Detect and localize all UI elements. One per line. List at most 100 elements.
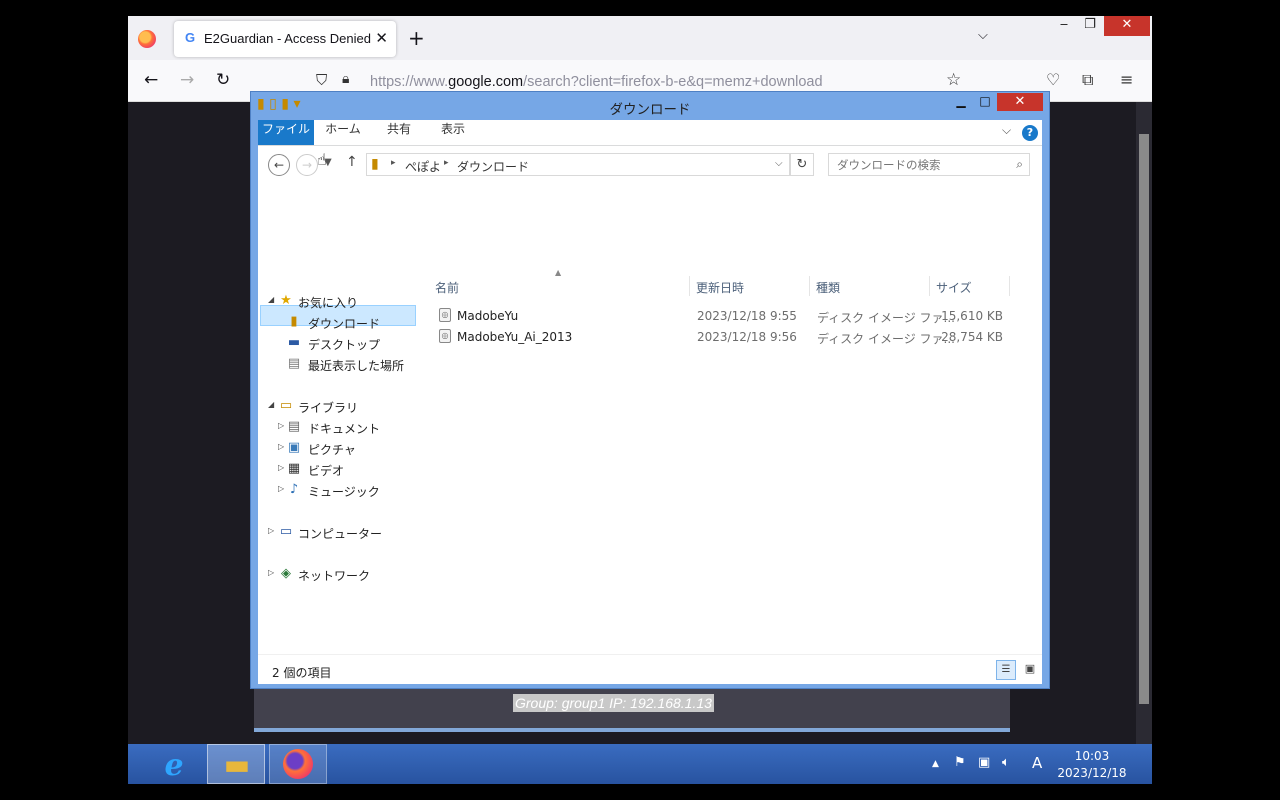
hamburger-menu-icon[interactable]: ≡ bbox=[1120, 70, 1133, 89]
up-arrow-icon[interactable]: ↑ bbox=[346, 154, 358, 170]
column-divider[interactable] bbox=[929, 276, 930, 296]
tab-home[interactable]: ホーム bbox=[318, 120, 368, 145]
tracking-shield-icon[interactable]: ⛉ bbox=[316, 71, 327, 89]
breadcrumb-separator-icon[interactable]: ▸ bbox=[444, 158, 449, 168]
explorer-close-button[interactable]: ✕ bbox=[997, 93, 1043, 111]
search-box[interactable]: ⌕ bbox=[828, 153, 1030, 176]
address-dropdown-icon[interactable]: ⌵ bbox=[775, 158, 783, 169]
extensions-icon[interactable]: ⧉ bbox=[1082, 70, 1093, 90]
breadcrumb-user[interactable]: ぺぽよ bbox=[405, 158, 441, 175]
taskbar-file-explorer[interactable]: ▬ bbox=[207, 744, 265, 784]
tab-share[interactable]: 共有 bbox=[374, 120, 424, 145]
music-icon: ♪ bbox=[289, 482, 299, 497]
show-hidden-icons-icon[interactable]: ▲ bbox=[932, 759, 939, 769]
refresh-icon[interactable]: ↻ bbox=[790, 153, 814, 176]
details-view-icon[interactable]: ☰ bbox=[996, 660, 1016, 680]
back-button[interactable]: ← bbox=[268, 154, 290, 176]
taskbar-firefox[interactable] bbox=[269, 744, 327, 784]
item-count: 2 個の項目 bbox=[272, 666, 332, 680]
breadcrumb-separator-icon[interactable]: ▸ bbox=[391, 158, 396, 168]
column-header-date[interactable]: 更新日時 bbox=[696, 279, 744, 296]
column-divider[interactable] bbox=[809, 276, 810, 296]
explorer-minimize-button[interactable]: ▁ bbox=[949, 94, 973, 108]
star-icon: ★ bbox=[280, 293, 292, 308]
disk-image-file-icon: ◎ bbox=[439, 329, 451, 343]
column-header-name[interactable]: 名前 bbox=[435, 279, 459, 296]
tab-view[interactable]: 表示 bbox=[428, 120, 478, 145]
file-row[interactable]: ◎ MadobeYu 2023/12/18 9:55 ディスク イメージ ファ.… bbox=[435, 306, 1015, 326]
ribbon: ファイル ホーム 共有 表示 ⌵ ? bbox=[258, 120, 1042, 146]
page-scrollbar[interactable] bbox=[1136, 102, 1152, 744]
column-header-type[interactable]: 種類 bbox=[816, 279, 840, 296]
search-icon[interactable]: ⌕ bbox=[1016, 157, 1023, 172]
large-icons-view-icon[interactable]: ▣ bbox=[1020, 660, 1040, 680]
address-row: ← → ▼ ↑ ▮ ▸ ぺぽよ ▸ ダウンロード ⌵ ↻ ⌕ bbox=[258, 146, 1042, 184]
volume-icon[interactable]: 🔈︎ bbox=[1002, 755, 1010, 770]
back-arrow-icon[interactable]: ← bbox=[144, 70, 158, 90]
expand-triangle-icon[interactable]: ▷ bbox=[278, 463, 284, 472]
firefox-icon bbox=[138, 30, 156, 48]
window-title: ダウンロード bbox=[609, 102, 691, 118]
browser-tab[interactable]: G E2Guardian - Access Denied ✕ bbox=[174, 21, 396, 57]
expand-triangle-icon[interactable]: ▷ bbox=[278, 442, 284, 451]
videos-icon: ▦ bbox=[287, 461, 301, 476]
column-divider[interactable] bbox=[689, 276, 690, 296]
downloads-folder-icon: ▮ bbox=[290, 314, 298, 329]
scrollbar-thumb[interactable] bbox=[1139, 134, 1149, 704]
file-explorer-icon: ▬ bbox=[223, 748, 251, 781]
file-name: MadobeYu bbox=[457, 309, 519, 323]
collapse-triangle-icon[interactable]: ◢ bbox=[268, 295, 274, 304]
network-tray-icon[interactable]: ▣ bbox=[978, 755, 990, 770]
collapse-triangle-icon[interactable]: ◢ bbox=[268, 400, 274, 409]
forward-button[interactable]: → bbox=[296, 154, 318, 176]
url-text[interactable]: https://www.google.com/search?client=fir… bbox=[370, 74, 823, 90]
firefox-icon bbox=[283, 749, 313, 779]
status-bar: 2 個の項目 ☰ ▣ bbox=[258, 654, 1042, 684]
e2guardian-panel: Group: group1 IP: 192.168.1.13 bbox=[254, 682, 1010, 732]
action-center-flag-icon[interactable]: ⚑ bbox=[954, 755, 966, 770]
close-tab-icon[interactable]: ✕ bbox=[375, 29, 388, 47]
help-icon[interactable]: ? bbox=[1022, 125, 1038, 141]
browser-close-button[interactable]: ✕ bbox=[1104, 16, 1150, 36]
file-row[interactable]: ◎ MadobeYu_Ai_2013 2023/12/18 9:56 ディスク … bbox=[435, 327, 1015, 347]
explorer-maximize-button[interactable]: □ bbox=[973, 94, 997, 108]
group-ip-info: Group: group1 IP: 192.168.1.13 bbox=[513, 694, 714, 712]
taskbar: e ▬ ▲ ⚑ ▣ 🔈︎ A 10:03 2023/12/18 bbox=[128, 744, 1152, 784]
address-bar[interactable]: ▮ ▸ ぺぽよ ▸ ダウンロード ⌵ bbox=[366, 153, 790, 176]
list-tabs-icon[interactable]: ⌵ bbox=[978, 28, 988, 43]
bookmark-star-icon[interactable]: ☆ bbox=[946, 70, 961, 90]
forward-arrow-icon[interactable]: → bbox=[180, 70, 194, 90]
expand-triangle-icon[interactable]: ▷ bbox=[278, 421, 284, 430]
taskbar-internet-explorer[interactable]: e bbox=[145, 744, 203, 784]
explorer-title-bar[interactable]: ▮ ▯ ▮ ▾ ダウンロード ▁ □ ✕ bbox=[251, 92, 1049, 120]
expand-triangle-icon[interactable]: ▷ bbox=[278, 484, 284, 493]
breadcrumb-downloads[interactable]: ダウンロード bbox=[457, 158, 529, 175]
explorer-window: ▮ ▯ ▮ ▾ ダウンロード ▁ □ ✕ ファイル ホーム 共有 表示 ⌵ ? … bbox=[250, 91, 1050, 689]
ime-mode-indicator[interactable]: A bbox=[1032, 754, 1042, 772]
search-input[interactable] bbox=[829, 154, 1009, 175]
expand-triangle-icon[interactable]: ▷ bbox=[268, 568, 274, 577]
sort-indicator-icon: ▲ bbox=[555, 268, 562, 277]
pocket-icon[interactable]: ♡ bbox=[1046, 70, 1060, 89]
clock-date[interactable]: 2023/12/18 bbox=[1054, 766, 1130, 780]
expand-ribbon-icon[interactable]: ⌵ bbox=[1002, 123, 1011, 138]
column-divider[interactable] bbox=[1009, 276, 1010, 296]
reload-icon[interactable]: ↻ bbox=[216, 70, 230, 90]
internet-explorer-icon: e bbox=[164, 748, 184, 783]
column-header-size[interactable]: サイズ bbox=[936, 279, 972, 296]
desktop-icon: ▬ bbox=[287, 335, 301, 350]
expand-triangle-icon[interactable]: ▷ bbox=[268, 526, 274, 535]
tab-title: E2Guardian - Access Denied bbox=[204, 31, 371, 46]
disk-image-file-icon: ◎ bbox=[439, 308, 451, 322]
lock-icon[interactable]: 🔒︎ bbox=[342, 71, 349, 87]
explorer-body: ◢ ★ お気に入り ▮ ダウンロード ▬ デスクトップ ▤ 最近表示した場所 ◢… bbox=[258, 184, 1042, 654]
browser-minimize-button[interactable]: ‒ bbox=[1052, 16, 1076, 36]
computer-icon: ▭ bbox=[279, 524, 293, 539]
tab-file[interactable]: ファイル bbox=[258, 120, 314, 145]
clock-time[interactable]: 10:03 bbox=[1054, 749, 1130, 763]
browser-restore-button[interactable]: ❐ bbox=[1078, 16, 1102, 36]
libraries-icon: ▭ bbox=[279, 398, 293, 413]
recent-places-icon: ▤ bbox=[287, 356, 301, 371]
google-favicon-icon: G bbox=[185, 30, 196, 45]
new-tab-icon[interactable]: + bbox=[408, 26, 425, 50]
